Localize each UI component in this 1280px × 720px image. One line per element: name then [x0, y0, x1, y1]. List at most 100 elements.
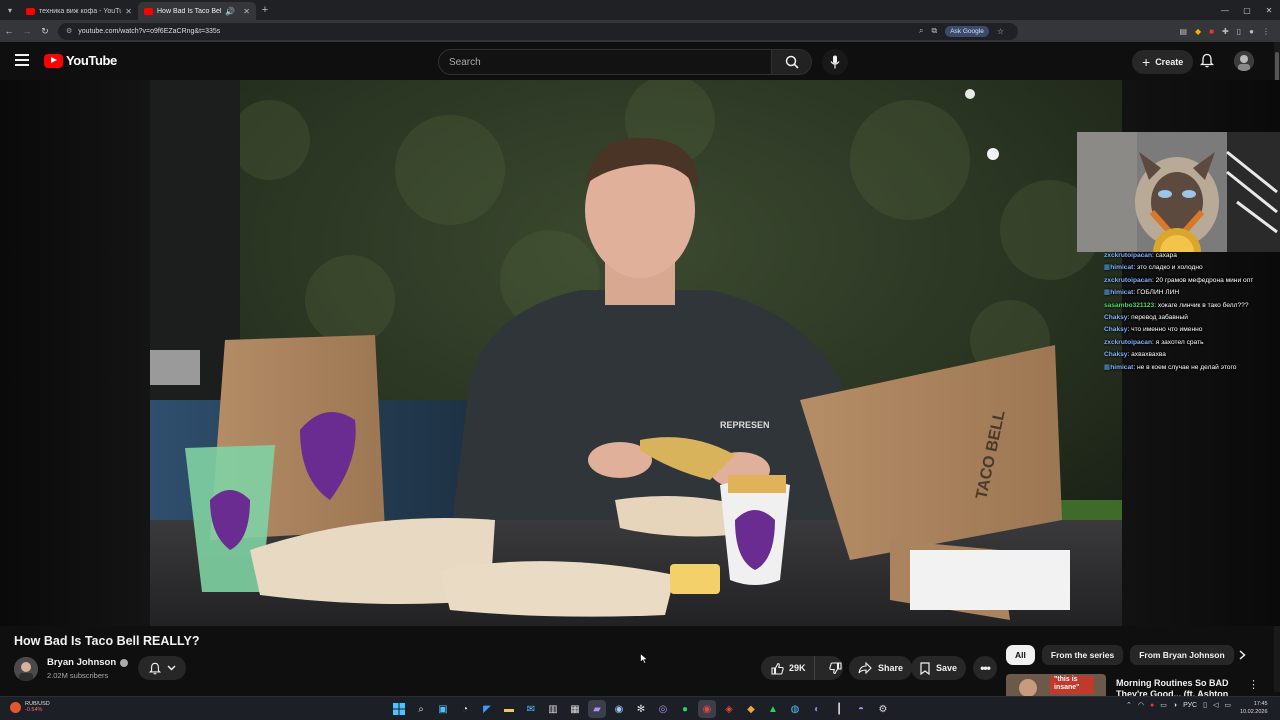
task-manager-icon[interactable]: ▥: [544, 700, 562, 718]
minimize-icon[interactable]: —: [1214, 0, 1236, 20]
extension-icon[interactable]: ■: [1209, 27, 1214, 36]
discord-icon[interactable]: ◐: [808, 700, 826, 718]
chip-from-channel[interactable]: From Bryan Johnson: [1130, 645, 1234, 665]
close-tab-icon[interactable]: ✕: [243, 7, 250, 16]
tray-app-icon[interactable]: ●: [1150, 702, 1154, 709]
save-button[interactable]: Save: [911, 656, 967, 680]
app-icon[interactable]: ◓: [852, 700, 870, 718]
chrome-icon[interactable]: ◉: [698, 700, 716, 718]
ask-google-button[interactable]: Ask Google: [945, 25, 989, 37]
search-button[interactable]: [772, 49, 812, 75]
vscode-icon[interactable]: ◤: [478, 700, 496, 718]
app-icon[interactable]: ◈: [720, 700, 738, 718]
chat-text: : я захотел срать: [1152, 338, 1204, 346]
widgets-icon[interactable]: ▣: [434, 700, 452, 718]
tray-app-icon[interactable]: ◑: [1173, 702, 1177, 709]
chips-next-button[interactable]: [1234, 647, 1250, 663]
youtube-favicon-icon: [26, 7, 35, 15]
search-icon[interactable]: ⌕: [412, 700, 430, 718]
chat-text: : перевод забавный: [1127, 314, 1188, 322]
app-icon[interactable]: ▲: [764, 700, 782, 718]
youtube-logo[interactable]: YouTube: [44, 53, 117, 68]
clock-app-icon[interactable]: ◔: [456, 700, 474, 718]
profile-icon[interactable]: ●: [1249, 27, 1254, 36]
app-icon[interactable]: ◆: [742, 700, 760, 718]
chat-message: sasambo321123: хокаге линчик в тако белл…: [1104, 300, 1280, 312]
bookmark-star-icon[interactable]: ☆: [997, 27, 1004, 36]
voice-search-button[interactable]: [822, 49, 848, 75]
tray-app-icon[interactable]: ▭: [1160, 701, 1167, 709]
create-button[interactable]: + Create: [1132, 50, 1194, 74]
url-text: youtube.com/watch?v=o9f6EZaCRng&t=335s: [78, 27, 221, 35]
ticker-widget[interactable]: RUB/USD -0.54%: [10, 701, 50, 713]
address-bar[interactable]: ⚙ youtube.com/watch?v=o9f6EZaCRng&t=335s…: [58, 22, 1018, 40]
search-input[interactable]: Search: [438, 49, 772, 75]
tab-taco-bell[interactable]: How Bad Is Taco Bell REALL 🔊 ✕: [138, 2, 256, 20]
spotify-icon[interactable]: ●: [676, 700, 694, 718]
like-count: 29K: [789, 663, 806, 673]
maximize-icon[interactable]: ▢: [1236, 0, 1258, 20]
tab-list-icon[interactable]: ▾: [0, 0, 20, 20]
steam-icon[interactable]: ◉: [610, 700, 628, 718]
network-icon[interactable]: ▯: [1203, 701, 1207, 709]
wifi-icon[interactable]: ◠: [1138, 701, 1144, 709]
like-button[interactable]: 29K: [761, 656, 815, 680]
tray-expand-icon[interactable]: ⌃: [1126, 701, 1132, 709]
close-tab-icon[interactable]: ✕: [125, 7, 132, 16]
tab-youtube-search[interactable]: техника виж кофа - YouTube ✕: [20, 2, 138, 20]
new-tab-button[interactable]: +: [256, 4, 274, 16]
menu-icon[interactable]: [15, 54, 29, 69]
obs-icon[interactable]: ◎: [654, 700, 672, 718]
browser-icon[interactable]: ◍: [786, 700, 804, 718]
channel-avatar[interactable]: [14, 657, 38, 681]
file-explorer-icon[interactable]: ▬: [500, 700, 518, 718]
settings-icon[interactable]: ⚙: [874, 700, 892, 718]
back-icon[interactable]: ←: [0, 26, 18, 36]
speaker-icon[interactable]: 🔊: [225, 7, 235, 16]
chatgpt-icon[interactable]: ✻: [632, 700, 650, 718]
recommendation-thumbnail[interactable]: "this is insane": [1006, 674, 1106, 696]
save-label: Save: [936, 663, 958, 673]
subscriber-count: 2.02M subscribers: [47, 671, 109, 680]
share-icon: [858, 662, 872, 674]
chip-all[interactable]: All: [1006, 645, 1035, 665]
chip-from-series[interactable]: From the series: [1041, 645, 1124, 665]
subscribed-notification-button[interactable]: [138, 656, 186, 680]
zoom-icon[interactable]: ⌕: [919, 26, 923, 36]
menu-dots-icon[interactable]: ⋮: [1262, 27, 1270, 36]
language-indicator[interactable]: РУС: [1183, 702, 1197, 709]
microphone-icon: [830, 55, 840, 69]
close-window-icon[interactable]: ✕: [1258, 0, 1280, 20]
dislike-button[interactable]: [821, 656, 850, 680]
forward-icon[interactable]: →: [18, 26, 36, 36]
notifications-button[interactable]: [1199, 53, 1215, 73]
recommendation-title[interactable]: Morning Routines So BAD They're Good... …: [1116, 678, 1244, 696]
battery-icon[interactable]: ▭: [1224, 701, 1231, 709]
extension-icon[interactable]: ▤: [1179, 27, 1187, 36]
more-actions-button[interactable]: •••: [973, 656, 997, 680]
video-frame[interactable]: REPRESEN TACO BELL: [150, 80, 1122, 626]
cast-icon[interactable]: ⧉: [932, 26, 938, 36]
plus-icon: +: [1142, 54, 1151, 70]
reload-icon[interactable]: ↻: [36, 26, 54, 37]
calendar-icon[interactable]: ▦: [566, 700, 584, 718]
volume-icon[interactable]: ◁: [1213, 701, 1218, 709]
site-info-icon[interactable]: ⚙: [66, 27, 72, 35]
mail-icon[interactable]: ✉: [522, 700, 540, 718]
extensions-puzzle-icon[interactable]: ✚: [1222, 27, 1229, 36]
share-button[interactable]: Share: [849, 656, 913, 680]
sidebar-icon[interactable]: ▯: [1237, 27, 1241, 36]
app-icon[interactable]: ┃: [830, 700, 848, 718]
thumbnail-caption: "this is insane": [1054, 676, 1080, 691]
windows-start-icon[interactable]: [390, 700, 408, 718]
account-avatar[interactable]: [1234, 51, 1254, 71]
extension-icon[interactable]: ◆: [1195, 27, 1201, 36]
chat-user: himicat: [1110, 289, 1134, 297]
recommendation-more-icon[interactable]: ⋮: [1248, 678, 1259, 691]
chevron-down-icon: [167, 665, 175, 671]
clock-time: 17:45: [1253, 701, 1268, 707]
video-player[interactable]: REPRESEN TACO BELL zxckrutoipacan: сахар…: [0, 80, 1280, 626]
twitch-icon[interactable]: ▰: [588, 700, 606, 718]
system-clock[interactable]: 17:45 10.02.2026: [1240, 700, 1268, 716]
channel-name[interactable]: Bryan Johnson: [47, 657, 129, 668]
